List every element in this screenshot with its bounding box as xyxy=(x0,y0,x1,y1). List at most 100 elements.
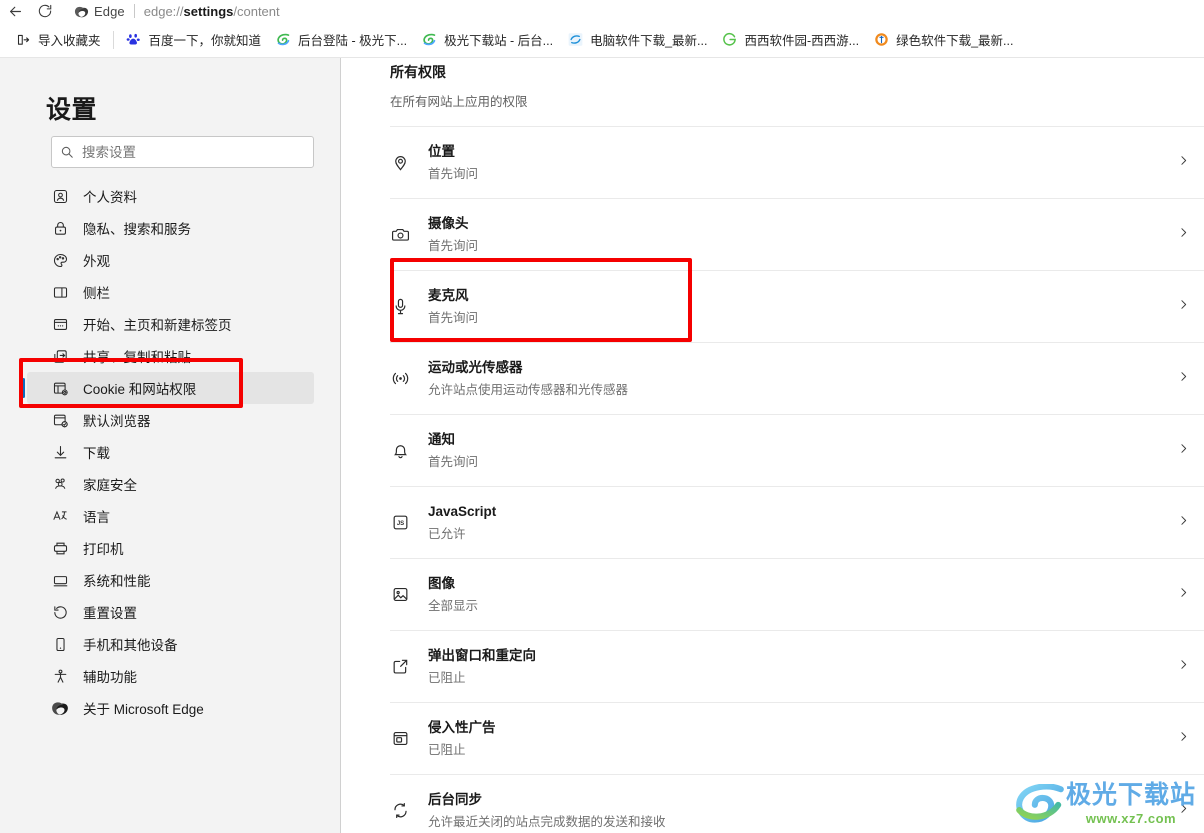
sidebar-item-reset-settings[interactable]: 重置设置 xyxy=(27,596,314,628)
permission-row-intrusive-ads[interactable]: 侵入性广告 已阻止 xyxy=(390,702,1204,774)
sidebar-item-label: 重置设置 xyxy=(83,606,137,621)
sidebar-item-accessibility[interactable]: 辅助功能 xyxy=(27,660,314,692)
permission-row-microphone[interactable]: 麦克风 首先询问 xyxy=(390,270,1204,342)
sidebar-item-label: 侧栏 xyxy=(83,286,110,301)
xixi-glyph xyxy=(723,32,736,46)
bell-icon xyxy=(390,441,410,461)
reset-icon xyxy=(51,603,69,621)
edge-logo-icon xyxy=(51,699,69,717)
bookmark-aurora-login[interactable]: 后台登陆 - 极光下... xyxy=(268,27,414,53)
sidebar-item-privacy-search-services[interactable]: 隐私、搜索和服务 xyxy=(27,212,314,244)
javascript-icon: JS xyxy=(390,513,410,533)
bookmarks-bar: 导入收藏夹 百度一下，你就知道 后台登陆 - 极光下... 极光下载站 - 后台… xyxy=(0,22,1204,58)
sidebar-item-cookies-site-permissions[interactable]: Cookie 和网站权限 xyxy=(22,372,314,404)
watermark-url: www.xz7.com xyxy=(1085,811,1177,826)
sidebar-item-languages[interactable]: 语言 xyxy=(27,500,314,532)
sidebar-item-system-performance[interactable]: 系统和性能 xyxy=(27,564,314,596)
sidebar-item-printers[interactable]: 打印机 xyxy=(27,532,314,564)
bookmark-import-favorites[interactable]: 导入收藏夹 xyxy=(8,27,108,53)
sidebar-item-family-safety[interactable]: 家庭安全 xyxy=(27,468,314,500)
chevron-right-icon[interactable] xyxy=(1177,586,1190,604)
url-suffix: /content xyxy=(233,3,280,19)
palette-icon xyxy=(51,251,69,269)
refresh-icon xyxy=(38,4,52,18)
permission-title: 侵入性广告 xyxy=(428,720,496,735)
watermark-title: 极光下载站 xyxy=(1065,781,1196,809)
chevron-right-icon[interactable] xyxy=(1177,154,1190,172)
chevron-right-icon[interactable] xyxy=(1177,370,1190,388)
sidebar-item-label: Cookie 和网站权限 xyxy=(83,382,197,397)
bookmark-label: 百度一下，你就知道 xyxy=(148,34,262,48)
search-icon xyxy=(52,145,82,159)
bookmark-pc-software[interactable]: 电脑软件下载_最新... xyxy=(560,27,714,53)
sidebar-item-sidebar[interactable]: 侧栏 xyxy=(27,276,314,308)
bookmark-xixi[interactable]: 西西软件园-西西游... xyxy=(714,27,866,53)
permission-row-notifications[interactable]: 通知 首先询问 xyxy=(390,414,1204,486)
sidebar-item-label: 语言 xyxy=(83,510,110,525)
back-arrow-icon xyxy=(9,6,21,16)
permission-row-location[interactable]: 位置 首先询问 xyxy=(390,126,1204,198)
aurora-logo-icon xyxy=(1016,784,1064,823)
search-settings-box[interactable] xyxy=(51,136,314,168)
omnibox-divider xyxy=(133,4,135,18)
permission-row-camera[interactable]: 摄像头 首先询问 xyxy=(390,198,1204,270)
ads-icon xyxy=(390,729,410,749)
chevron-right-icon[interactable] xyxy=(1177,226,1190,244)
permission-text: 弹出窗口和重定向 已阻止 xyxy=(428,647,1142,686)
sidebar-item-label: 打印机 xyxy=(83,542,124,557)
sidebar-item-appearance[interactable]: 外观 xyxy=(27,244,314,276)
omnibox-url: edge://settings/content xyxy=(144,4,280,19)
bookmark-green-software[interactable]: 绿色软件下载_最新... xyxy=(866,27,1020,53)
sidebar-item-phone-other-devices[interactable]: 手机和其他设备 xyxy=(27,628,314,660)
all-permissions-header: 所有权限 在所有网站上应用的权限 xyxy=(390,58,1204,126)
location-pin-icon xyxy=(390,153,410,173)
section-heading: 所有权限 xyxy=(390,64,446,80)
lock-icon xyxy=(51,219,69,237)
permission-title: 麦克风 xyxy=(428,288,469,303)
chevron-right-icon[interactable] xyxy=(1177,658,1190,676)
permission-title: 弹出窗口和重定向 xyxy=(428,648,536,663)
permission-status: 已阻止 xyxy=(428,671,466,685)
bookmark-label: 极光下载站 - 后台... xyxy=(444,34,554,48)
image-icon xyxy=(390,585,410,605)
content-pane: 所有权限 在所有网站上应用的权限 位置 首先询问 摄像头 首先询问 麦克风 首先… xyxy=(342,58,1204,833)
settings-sidebar: 设置 个人资料 xyxy=(0,58,341,833)
sidebar-item-label: 默认浏览器 xyxy=(83,414,151,429)
permission-text: JavaScript 已允许 xyxy=(428,503,1142,542)
sidebar-item-profile[interactable]: 个人资料 xyxy=(27,180,314,212)
pc-software-icon xyxy=(567,32,583,48)
home-tabs-icon xyxy=(51,315,69,333)
permission-row-images[interactable]: 图像 全部显示 xyxy=(390,558,1204,630)
sidebar-item-default-browser[interactable]: 默认浏览器 xyxy=(27,404,314,436)
sidebar-item-start-home-newtab[interactable]: 开始、主页和新建标签页 xyxy=(27,308,314,340)
bookmark-baidu[interactable]: 百度一下，你就知道 xyxy=(119,27,269,53)
chevron-right-icon[interactable] xyxy=(1177,730,1190,748)
bookmark-aurora-site[interactable]: 极光下载站 - 后台... xyxy=(414,27,560,53)
sidebar-item-label: 辅助功能 xyxy=(83,670,137,685)
xixi-icon xyxy=(721,32,737,48)
aurora-swirl-glyph xyxy=(422,33,435,46)
chevron-right-icon[interactable] xyxy=(1177,298,1190,316)
aurora-icon xyxy=(421,32,437,48)
popup-redirect-icon xyxy=(390,657,410,677)
sidebar-item-share-copy-paste[interactable]: 共享、复制和粘贴 xyxy=(27,340,314,372)
search-input[interactable] xyxy=(82,144,313,160)
permission-row-popups-redirects[interactable]: 弹出窗口和重定向 已阻止 xyxy=(390,630,1204,702)
sidebar-item-label: 关于 Microsoft Edge xyxy=(83,702,204,717)
chevron-right-icon[interactable] xyxy=(1177,514,1190,532)
chevron-right-icon[interactable] xyxy=(1177,442,1190,460)
back-button[interactable] xyxy=(0,0,30,22)
url-bold-segment: settings xyxy=(183,3,234,19)
sidebar-item-label: 开始、主页和新建标签页 xyxy=(83,318,232,333)
permission-text: 侵入性广告 已阻止 xyxy=(428,719,1142,758)
sidebar-item-about-edge[interactable]: 关于 Microsoft Edge xyxy=(27,692,314,724)
watermark-text: 极光下载站 www.xz7.com xyxy=(1065,781,1196,826)
printer-icon xyxy=(51,539,69,557)
bookmark-label: 电脑软件下载_最新... xyxy=(590,34,708,48)
sidebar-item-downloads[interactable]: 下载 xyxy=(27,436,314,468)
permission-row-javascript[interactable]: JS JavaScript 已允许 xyxy=(390,486,1204,558)
refresh-button[interactable] xyxy=(30,0,60,22)
address-bar[interactable]: Edge edge://settings/content xyxy=(66,0,326,22)
permission-row-motion-light-sensors[interactable]: 运动或光传感器 允许站点使用运动传感器和光传感器 xyxy=(390,342,1204,414)
green-software-glyph xyxy=(874,33,888,46)
